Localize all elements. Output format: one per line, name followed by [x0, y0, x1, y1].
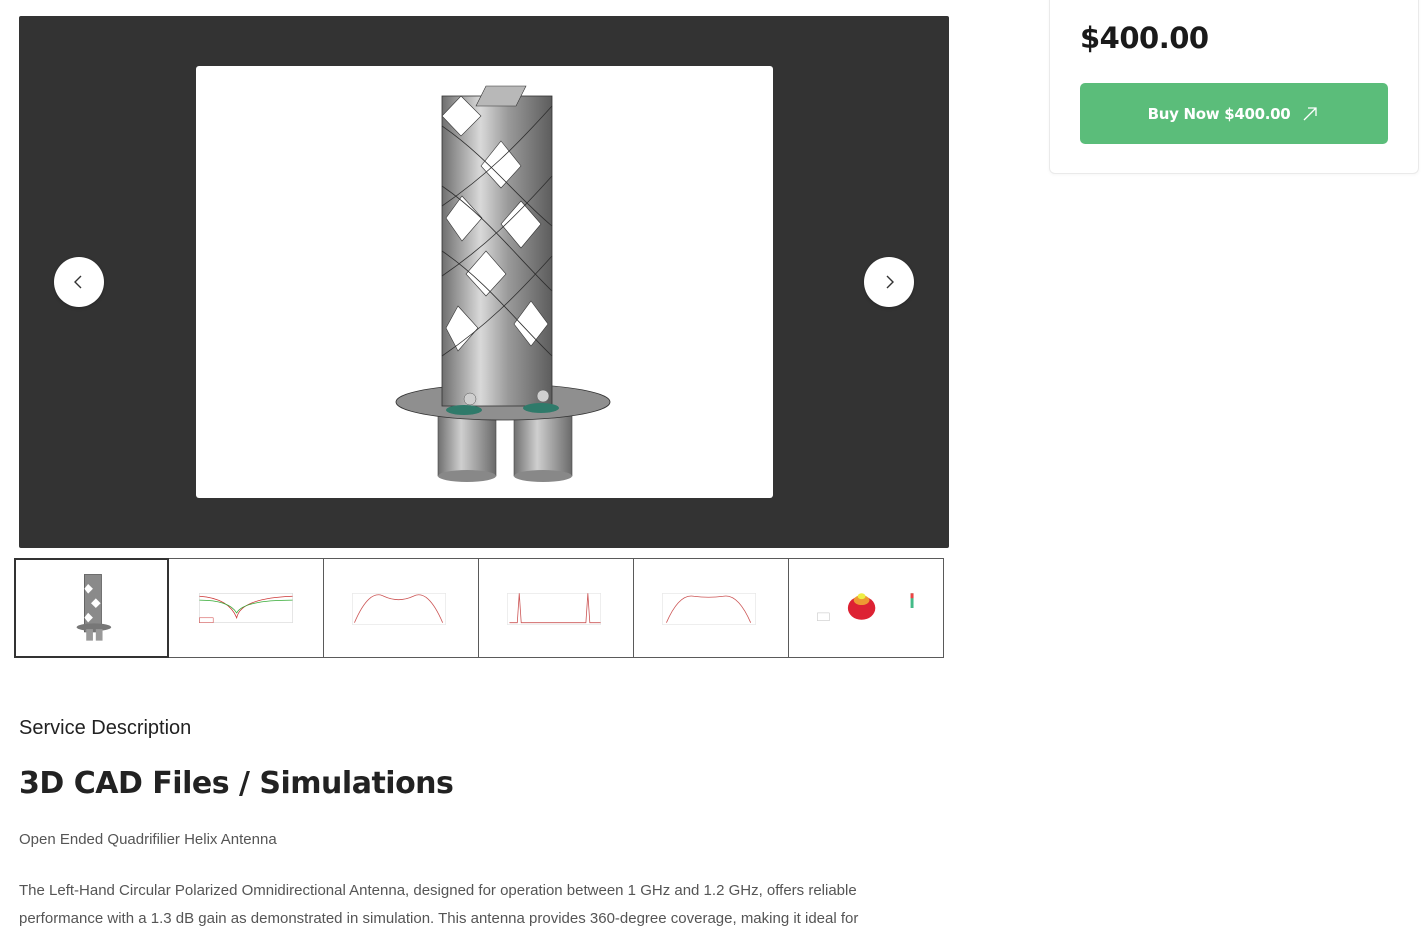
thumbnail-return-loss-plot[interactable]	[169, 558, 324, 658]
service-description-text: The Left-Hand Circular Polarized Omnidir…	[19, 882, 859, 927]
radiation-pattern-plot-thumbnail-image	[352, 593, 446, 625]
thumbnail-frequency-response-plot[interactable]	[479, 558, 634, 658]
return-loss-plot-thumbnail-image	[199, 593, 293, 623]
thumbnail-antenna-3d-model[interactable]	[14, 558, 169, 658]
thumbnail-radiation-pattern-plot-2[interactable]	[634, 558, 789, 658]
antenna-thumbnail-image	[76, 574, 112, 641]
buy-now-button[interactable]: Buy Now $400.00	[1080, 83, 1388, 144]
main-product-image	[196, 66, 773, 498]
previous-image-button[interactable]	[54, 257, 104, 307]
next-image-button[interactable]	[864, 257, 914, 307]
frequency-response-plot-thumbnail-image	[507, 593, 601, 625]
product-price: $400.00	[1080, 21, 1209, 55]
section-label: Service Description	[19, 717, 192, 739]
thumbnail-strip	[14, 558, 946, 658]
radiation-pattern-plot-2-thumbnail-image	[662, 593, 756, 625]
image-gallery	[19, 16, 949, 548]
thumbnail-radiation-pattern-plot-1[interactable]	[324, 558, 479, 658]
chevron-left-icon	[74, 275, 82, 289]
buy-now-button-label: Buy Now $400.00	[1147, 104, 1291, 123]
antenna-3d-model-image	[395, 85, 611, 482]
arrow-up-right-icon	[1303, 106, 1318, 120]
thumbnail-3d-gain-pattern[interactable]	[789, 558, 944, 658]
3d-gain-pattern-thumbnail-image	[817, 593, 914, 621]
purchase-card: $400.00 Buy Now $400.00	[1049, 0, 1419, 174]
service-subtitle: Open Ended Quadrifilier Helix Antenna	[19, 831, 277, 848]
chevron-right-icon	[886, 275, 894, 289]
service-heading: 3D CAD Files / Simulations	[19, 766, 454, 801]
